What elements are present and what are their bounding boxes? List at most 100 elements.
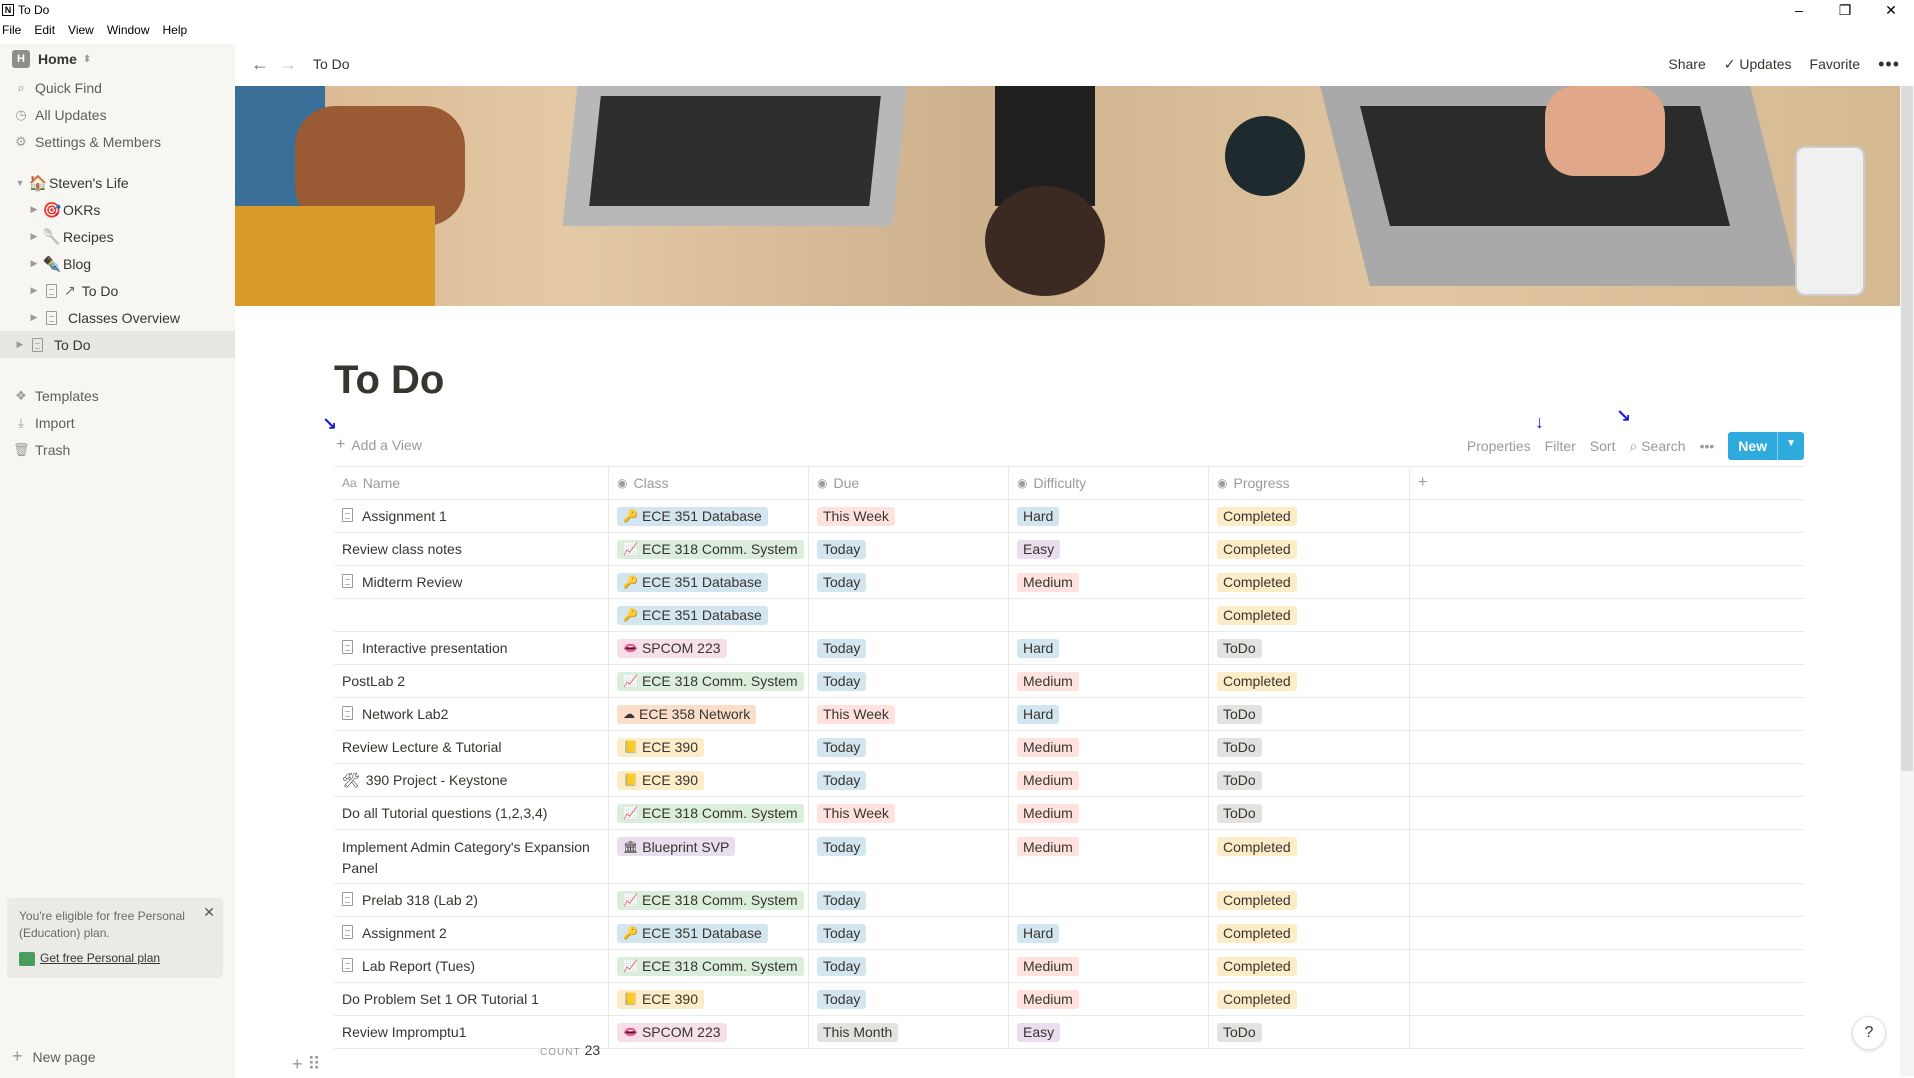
cell-due[interactable]: Today [809, 884, 1009, 916]
collapsed-toggle-icon[interactable]: ▶ [27, 204, 41, 215]
cell-name[interactable]: Assignment 2 [334, 917, 609, 949]
menu-window[interactable]: Window [105, 20, 155, 40]
sidebar-item-okrs[interactable]: ▶ 🎯 OKRs [0, 196, 235, 223]
cell-due[interactable]: Today [809, 830, 1009, 883]
cell-due[interactable]: Today [809, 917, 1009, 949]
cell-due[interactable]: Today [809, 950, 1009, 982]
cell-class[interactable]: 🏛 Blueprint SVP [609, 830, 809, 883]
cell-name[interactable]: Lab Report (Tues) [334, 950, 609, 982]
cell-prog[interactable]: ToDo [1209, 1016, 1410, 1048]
get-plan-link[interactable]: Get free Personal plan [19, 950, 211, 967]
cell-name[interactable]: Implement Admin Category's Expansion Pan… [334, 830, 609, 883]
cell-diff[interactable]: Medium [1009, 797, 1209, 829]
cell-name[interactable]: Interactive presentation [334, 632, 609, 664]
table-row[interactable]: Do Problem Set 1 OR Tutorial 1 📒 ECE 390 To… [334, 983, 1804, 1016]
table-row[interactable]: Assignment 2 🔑 ECE 351 Database Today Hard Co… [334, 917, 1804, 950]
table-row[interactable]: Implement Admin Category's Expansion Pan… [334, 830, 1804, 884]
cell-class[interactable]: 📈 ECE 318 Comm. System [609, 533, 809, 565]
cell-name[interactable]: Review Lecture & Tutorial [334, 731, 609, 763]
new-page-button[interactable]: + New page [12, 1046, 96, 1067]
share-button[interactable]: Share [1668, 56, 1705, 72]
cell-prog[interactable]: Completed [1209, 950, 1410, 982]
collapsed-toggle-icon[interactable]: ▶ [13, 339, 27, 350]
cell-name[interactable]: Do Problem Set 1 OR Tutorial 1 [334, 983, 609, 1015]
cell-diff[interactable]: Easy [1009, 1016, 1209, 1048]
table-row[interactable]: Lab Report (Tues) 📈 ECE 318 Comm. System To… [334, 950, 1804, 983]
cell-prog[interactable]: Completed [1209, 566, 1410, 598]
table-row[interactable]: Review Lecture & Tutorial 📒 ECE 390 Today Me… [334, 731, 1804, 764]
cell-due[interactable] [809, 599, 1009, 631]
cell-diff[interactable] [1009, 599, 1209, 631]
cell-due[interactable]: This Week [809, 797, 1009, 829]
cell-prog[interactable]: Completed [1209, 884, 1410, 916]
more-options-icon[interactable]: ••• [1700, 438, 1715, 454]
cell-class[interactable]: 🔑 ECE 351 Database [609, 500, 809, 532]
new-button[interactable]: New ▼ [1728, 432, 1804, 460]
sidebar-item-stevens-life[interactable]: ▼ 🏠 Steven's Life [0, 169, 235, 196]
sidebar-item-recipes[interactable]: ▶ 🥄 Recipes [0, 223, 235, 250]
sidebar-item-all-updates[interactable]: ◷ All Updates [0, 101, 235, 128]
menu-view[interactable]: View [66, 20, 99, 40]
back-arrow-icon[interactable]: ← [251, 54, 269, 75]
cell-name[interactable]: Midterm Review [334, 566, 609, 598]
table-row[interactable]: Network Lab2 ☁ ECE 358 Network This Week Har… [334, 698, 1804, 731]
cell-class[interactable]: 👄 SPCOM 223 [609, 1016, 809, 1048]
cell-class[interactable]: 🔑 ECE 351 Database [609, 599, 809, 631]
cell-name[interactable]: Review class notes [334, 533, 609, 565]
workspace-switcher[interactable]: H Home ⬍ [0, 44, 235, 74]
updates-button[interactable]: ✓ Updates [1724, 56, 1792, 73]
cell-diff[interactable]: Medium [1009, 983, 1209, 1015]
help-button[interactable]: ? [1852, 1016, 1886, 1050]
cell-name[interactable]: Assignment 1 [334, 500, 609, 532]
forward-arrow-icon[interactable]: → [279, 54, 297, 75]
close-icon[interactable]: ✕ [203, 904, 215, 921]
cell-prog[interactable]: Completed [1209, 500, 1410, 532]
column-header-difficulty[interactable]: ◉ Difficulty [1009, 467, 1209, 499]
menu-file[interactable]: File [0, 20, 26, 40]
table-row[interactable]: Assignment 1 🔑 ECE 351 Database This Week Ha… [334, 500, 1804, 533]
cell-due[interactable]: Today [809, 731, 1009, 763]
cell-prog[interactable]: ToDo [1209, 764, 1410, 796]
sort-button[interactable]: Sort [1590, 438, 1616, 454]
expand-toggle-icon[interactable]: ▼ [13, 178, 27, 188]
menu-help[interactable]: Help [161, 20, 193, 40]
cell-name[interactable]: Prelab 318 (Lab 2) [334, 884, 609, 916]
cell-due[interactable]: Today [809, 665, 1009, 697]
cell-due[interactable]: This Week [809, 500, 1009, 532]
sidebar-item-settings[interactable]: ⚙ Settings & Members [0, 128, 235, 155]
cell-class[interactable]: 📈 ECE 318 Comm. System [609, 797, 809, 829]
cell-due[interactable]: This Week [809, 698, 1009, 730]
search-button[interactable]: ⌕ Search [1629, 438, 1685, 455]
filter-button[interactable]: Filter [1545, 438, 1576, 454]
table-row[interactable]: Prelab 318 (Lab 2) 📈 ECE 318 Comm. System T… [334, 884, 1804, 917]
scrollbar-thumb[interactable] [1901, 86, 1913, 771]
cell-diff[interactable]: Medium [1009, 830, 1209, 883]
minimize-button[interactable]: – [1776, 0, 1822, 20]
cell-prog[interactable]: Completed [1209, 983, 1410, 1015]
column-header-class[interactable]: ◉ Class [609, 467, 809, 499]
cell-name[interactable]: 🛠 390 Project - Keystone [334, 764, 609, 796]
sidebar-item-templates[interactable]: ❖ Templates [0, 382, 235, 409]
table-row[interactable]: Do all Tutorial questions (1,2,3,4) 📈 ECE … [334, 797, 1804, 830]
cell-class[interactable]: ☁ ECE 358 Network [609, 698, 809, 730]
cell-diff[interactable]: Hard [1009, 917, 1209, 949]
table-row[interactable]: PostLab 2 📈 ECE 318 Comm. System Today Mediu… [334, 665, 1804, 698]
cell-due[interactable]: Today [809, 764, 1009, 796]
table-row[interactable]: Midterm Review 🔑 ECE 351 Database Today Medi… [334, 566, 1804, 599]
cell-name[interactable]: Do all Tutorial questions (1,2,3,4) [334, 797, 609, 829]
cell-class[interactable]: 📈 ECE 318 Comm. System [609, 950, 809, 982]
cell-class[interactable]: 🔑 ECE 351 Database [609, 917, 809, 949]
add-view-button[interactable]: + Add a View [336, 436, 422, 454]
cell-diff[interactable]: Medium [1009, 764, 1209, 796]
cell-class[interactable]: 👄 SPCOM 223 [609, 632, 809, 664]
add-column-button[interactable]: + [1410, 467, 1804, 499]
more-options-icon[interactable]: ••• [1878, 54, 1900, 75]
sidebar-item-quick-find[interactable]: ⌕ Quick Find [0, 74, 235, 101]
table-row[interactable]: Review class notes 📈 ECE 318 Comm. System T… [334, 533, 1804, 566]
favorite-button[interactable]: Favorite [1810, 56, 1861, 72]
cell-prog[interactable]: Completed [1209, 917, 1410, 949]
sidebar-item-todo[interactable]: ▶ To Do [0, 331, 235, 358]
menu-edit[interactable]: Edit [32, 20, 60, 40]
cell-name[interactable]: Network Lab2 [334, 698, 609, 730]
sidebar-item-todo-link[interactable]: ▶ ↗ To Do [0, 277, 235, 304]
